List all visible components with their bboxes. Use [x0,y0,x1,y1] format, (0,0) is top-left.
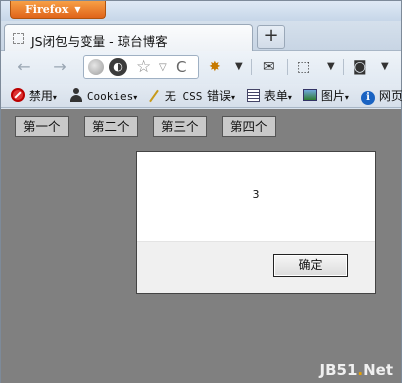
screenshot-icon[interactable]: ⬚ [297,58,310,76]
toolbar-divider [343,59,344,75]
tab-strip: JS闭包与变量 - 琼台博客 + [1,21,401,52]
first-button[interactable]: 第一个 [15,116,69,137]
ok-button[interactable]: 确定 [273,254,348,277]
alert-footer: 确定 [137,241,375,293]
second-button[interactable]: 第二个 [84,116,138,137]
toolbar-item-label: 表单 [263,89,288,103]
toolbar-divider [251,59,252,75]
history-dropdown-icon[interactable]: ▽ [159,57,167,79]
tab-title: JS闭包与变量 - 琼台博客 [31,34,168,49]
firefox-menu-label: Firefox [25,3,69,16]
title-bar: Firefox ▼ [1,1,401,21]
info-icon: i [361,91,375,105]
toolbar-item-cookies[interactable]: Cookies▾ [69,87,137,105]
wand-icon [147,88,161,102]
toolbar-item-disable[interactable]: 禁用▾ [11,87,57,105]
url-bar[interactable]: ◐ ☆ ▽ C [83,55,199,79]
mail-icon[interactable]: ✉ [263,58,275,76]
toolbar-item-label: 图片 [320,89,345,103]
forward-arrow-icon[interactable]: → [49,57,71,77]
alert-message: 3 [252,188,260,201]
browser-window: Firefox ▼ JS闭包与变量 - 琼台博客 + ← → ◐ ☆ ▽ C ✸ … [0,0,402,383]
toolbar-item-label: Cookies [86,90,134,103]
chevron-down-icon: ▼ [74,4,81,14]
reload-icon[interactable]: C [176,56,186,78]
toolbar-item-errors[interactable]: 错误▾ [207,87,235,105]
toolbar-item-label: 网页 [378,89,402,103]
navigation-bar: ← → ◐ ☆ ▽ C ✸ ▼ ✉ ⬚ ▼ ◙ ▼ [1,51,401,84]
site-watermark: JB51.Net [319,361,394,379]
fourth-button[interactable]: 第四个 [222,116,276,137]
image-icon [303,89,317,101]
toolbar-item-label: 错误 [207,89,232,103]
new-tab-button[interactable]: + [257,25,285,49]
addon-icon[interactable]: ✸ [209,58,221,76]
bookmark-star-icon[interactable]: ☆ [136,56,151,78]
third-button[interactable]: 第三个 [153,116,207,137]
page-content: 第一个 第二个 第三个 第四个 3 确定 JB51.Net [1,109,401,383]
forbid-icon [11,88,25,102]
back-arrow-icon[interactable]: ← [13,57,35,77]
identity-icon[interactable]: ◐ [109,58,127,76]
alert-dialog: 3 确定 [136,151,376,294]
globe-icon [88,59,104,75]
toolbar-item-label: 禁用 [28,89,53,103]
toolbar-item-page[interactable]: i 网页 [361,87,402,105]
toolbar-item-label: 无 CSS [164,90,203,103]
web-developer-toolbar: 禁用▾ Cookies▾ 无 CSS 错误▾ 表单▾ 图片▾ i 网页 [1,84,402,108]
form-icon [247,89,260,102]
tab-active[interactable]: JS闭包与变量 - 琼台博客 [4,24,253,52]
addon-dropdown-icon[interactable]: ▼ [235,58,243,76]
toolbar-item-css[interactable]: 无 CSS [147,87,203,105]
toolbar-item-forms[interactable]: 表单▾ [247,87,292,105]
screenshot-dropdown-icon[interactable]: ▼ [327,58,335,76]
toolbar-item-images[interactable]: 图片▾ [303,87,349,105]
toolbar-divider [287,59,288,75]
camera-dropdown-icon[interactable]: ▼ [381,58,389,76]
favicon-icon [13,33,24,44]
user-icon [69,88,83,102]
camera-icon[interactable]: ◙ [353,58,367,76]
firefox-menu-button[interactable]: Firefox ▼ [10,1,106,19]
